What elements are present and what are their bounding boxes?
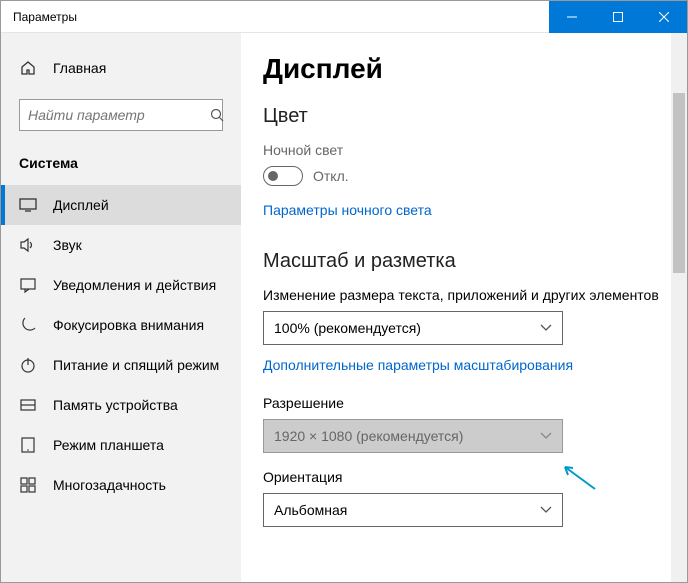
- home-icon: [19, 59, 37, 77]
- sidebar: Главная Система Дисплей Звук: [1, 33, 241, 582]
- sidebar-item-label: Режим планшета: [53, 437, 164, 453]
- close-button[interactable]: [641, 1, 687, 33]
- sidebar-item-multitasking[interactable]: Многозадачность: [1, 465, 241, 505]
- chevron-down-icon: [540, 324, 552, 332]
- home-label: Главная: [53, 60, 106, 76]
- section-title: Система: [1, 149, 241, 185]
- sidebar-item-tablet[interactable]: Режим планшета: [1, 425, 241, 465]
- titlebar: Параметры: [1, 1, 687, 33]
- sidebar-item-label: Звук: [53, 237, 82, 253]
- search-field[interactable]: [28, 107, 210, 123]
- orientation-dropdown[interactable]: Альбомная: [263, 493, 563, 527]
- sidebar-item-label: Фокусировка внимания: [53, 317, 204, 333]
- sidebar-item-label: Память устройства: [53, 397, 178, 413]
- orientation-value: Альбомная: [274, 502, 347, 518]
- scrollbar-thumb[interactable]: [673, 93, 685, 273]
- main-content: Дисплей Цвет Ночной свет Откл. Параметры…: [241, 33, 687, 582]
- power-icon: [19, 356, 37, 374]
- page-title: Дисплей: [263, 53, 665, 85]
- tablet-icon: [19, 436, 37, 454]
- night-light-toggle[interactable]: [263, 166, 303, 186]
- scale-value: 100% (рекомендуется): [274, 320, 421, 336]
- night-light-value: Откл.: [313, 168, 349, 184]
- orientation-label: Ориентация: [263, 469, 665, 485]
- chevron-down-icon: [540, 432, 552, 440]
- sidebar-item-notifications[interactable]: Уведомления и действия: [1, 265, 241, 305]
- scale-label: Изменение размера текста, приложений и д…: [263, 287, 665, 303]
- night-light-label: Ночной свет: [263, 142, 665, 158]
- search-icon: [210, 108, 224, 122]
- sidebar-item-display[interactable]: Дисплей: [1, 185, 241, 225]
- chevron-down-icon: [540, 506, 552, 514]
- sidebar-item-focus[interactable]: Фокусировка внимания: [1, 305, 241, 345]
- notifications-icon: [19, 276, 37, 294]
- annotation-arrow-icon: [557, 461, 597, 491]
- resolution-label: Разрешение: [263, 395, 665, 411]
- minimize-button[interactable]: [549, 1, 595, 33]
- focus-icon: [19, 316, 37, 334]
- scrollbar[interactable]: [671, 33, 687, 582]
- home-link[interactable]: Главная: [1, 51, 241, 85]
- scale-dropdown[interactable]: 100% (рекомендуется): [263, 311, 563, 345]
- sidebar-item-power[interactable]: Питание и спящий режим: [1, 345, 241, 385]
- sidebar-item-label: Дисплей: [53, 197, 109, 213]
- sound-icon: [19, 236, 37, 254]
- section-color: Цвет: [263, 105, 665, 128]
- window-title: Параметры: [1, 10, 549, 24]
- section-scale: Масштаб и разметка: [263, 250, 665, 273]
- advanced-scaling-link[interactable]: Дополнительные параметры масштабирования: [263, 357, 573, 373]
- sidebar-item-sound[interactable]: Звук: [1, 225, 241, 265]
- display-icon: [19, 196, 37, 214]
- storage-icon: [19, 396, 37, 414]
- resolution-value: 1920 × 1080 (рекомендуется): [274, 428, 463, 444]
- multitasking-icon: [19, 476, 37, 494]
- maximize-button[interactable]: [595, 1, 641, 33]
- sidebar-item-label: Многозадачность: [53, 477, 166, 493]
- sidebar-item-label: Уведомления и действия: [53, 277, 216, 293]
- night-light-settings-link[interactable]: Параметры ночного света: [263, 202, 432, 218]
- search-input[interactable]: [19, 99, 223, 131]
- sidebar-item-storage[interactable]: Память устройства: [1, 385, 241, 425]
- sidebar-item-label: Питание и спящий режим: [53, 357, 219, 373]
- resolution-dropdown[interactable]: 1920 × 1080 (рекомендуется): [263, 419, 563, 453]
